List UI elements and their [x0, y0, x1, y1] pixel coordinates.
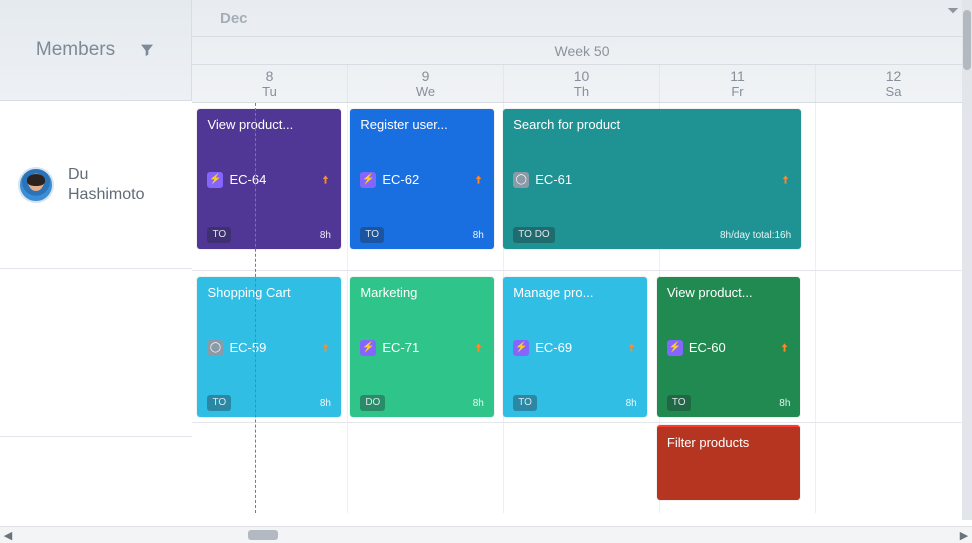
- card-title: View product...: [207, 117, 331, 132]
- status-badge: TO: [207, 395, 231, 411]
- issue-key: EC-59: [229, 340, 266, 355]
- hours: 8h: [473, 230, 484, 241]
- story-icon: ◯: [207, 340, 223, 356]
- hours: 8h: [473, 398, 484, 409]
- card-title: Register user...: [360, 117, 484, 132]
- task-card-ec64[interactable]: View product... ⚡ EC-64 TO 8h: [197, 109, 341, 249]
- task-rows: View product... ⚡ EC-64 TO 8h Register u…: [192, 103, 972, 513]
- task-row-2: Shopping Cart ◯ EC-59 TO 8h Marketing ⚡: [192, 271, 972, 423]
- day-col-2[interactable]: 10Th: [504, 65, 660, 102]
- hours: 8h: [626, 398, 637, 409]
- issue-key: EC-60: [689, 340, 726, 355]
- task-card-ec62[interactable]: Register user... ⚡ EC-62 TO 8h: [350, 109, 494, 249]
- status-badge: TO: [207, 227, 231, 243]
- task-row-1: View product... ⚡ EC-64 TO 8h Register u…: [192, 103, 972, 271]
- scrollbar-track[interactable]: [16, 530, 956, 540]
- task-card-ec71[interactable]: Marketing ⚡ EC-71 DO 8h: [350, 277, 494, 417]
- status-badge: TO: [513, 395, 537, 411]
- priority-high-icon: [780, 173, 791, 186]
- status-badge: TO: [360, 227, 384, 243]
- timeline-header: Dec Week 50 8Tu 9We 10Th 11Fr 12Sa: [192, 0, 972, 103]
- scroll-right-icon[interactable]: ▶: [956, 529, 972, 542]
- priority-high-icon: [320, 341, 331, 354]
- task-card-ec59[interactable]: Shopping Cart ◯ EC-59 TO 8h: [197, 277, 341, 417]
- priority-high-icon: [473, 341, 484, 354]
- day-col-4[interactable]: 12Sa: [816, 65, 972, 102]
- issue-key: EC-64: [229, 172, 266, 187]
- hours: 8h: [320, 230, 331, 241]
- vertical-scrollbar[interactable]: [962, 0, 972, 520]
- status-badge: DO: [360, 395, 385, 411]
- task-row-3: Filter products: [192, 423, 972, 513]
- sidebar: Members Du Hashimoto: [0, 0, 192, 520]
- day-col-1[interactable]: 9We: [348, 65, 504, 102]
- issue-key: EC-61: [535, 172, 572, 187]
- horizontal-scrollbar[interactable]: ◀ ▶: [0, 526, 972, 543]
- card-title: View product...: [667, 285, 791, 300]
- day-col-3[interactable]: 11Fr: [660, 65, 816, 102]
- day-header-row: 8Tu 9We 10Th 11Fr 12Sa: [192, 65, 972, 102]
- hours: 8h/day total:16h: [720, 230, 791, 241]
- sidebar-title: Members: [36, 39, 115, 61]
- member-row[interactable]: Du Hashimoto: [0, 101, 192, 269]
- hours: 8h: [779, 398, 790, 409]
- avatar: [18, 167, 54, 203]
- card-title: Filter products: [667, 435, 791, 450]
- scrollbar-thumb[interactable]: [248, 530, 278, 540]
- filter-icon[interactable]: [139, 42, 155, 58]
- sidebar-header: Members: [0, 0, 192, 101]
- epic-icon: ⚡: [667, 340, 683, 356]
- story-icon: ◯: [513, 172, 529, 188]
- issue-key: EC-71: [382, 340, 419, 355]
- card-title: Marketing: [360, 285, 484, 300]
- epic-icon: ⚡: [360, 340, 376, 356]
- priority-high-icon: [473, 173, 484, 186]
- task-card-ec69[interactable]: Manage pro... ⚡ EC-69 TO 8h: [503, 277, 647, 417]
- week-label: Week 50: [192, 37, 972, 65]
- priority-high-icon: [626, 341, 637, 354]
- status-badge: TO: [667, 395, 691, 411]
- member-first: Du: [68, 165, 144, 184]
- priority-high-icon: [779, 341, 790, 354]
- epic-icon: ⚡: [207, 172, 223, 188]
- card-title: Shopping Cart: [207, 285, 331, 300]
- day-col-0[interactable]: 8Tu: [192, 65, 348, 102]
- task-card-ec60[interactable]: View product... ⚡ EC-60 TO 8h: [657, 277, 801, 417]
- today-line: [255, 103, 256, 513]
- issue-key: EC-69: [535, 340, 572, 355]
- epic-icon: ⚡: [513, 340, 529, 356]
- member-row-empty: [0, 269, 192, 437]
- month-label: Dec: [192, 0, 972, 37]
- chevron-down-icon[interactable]: [940, 2, 966, 20]
- task-card-filter-products[interactable]: Filter products: [657, 425, 801, 500]
- timeline: Dec Week 50 8Tu 9We 10Th 11Fr 12Sa View …: [192, 0, 972, 520]
- task-card-ec61[interactable]: Search for product ◯ EC-61 TO DO 8h/day …: [503, 109, 801, 249]
- priority-high-icon: [320, 173, 331, 186]
- status-badge: TO DO: [513, 227, 554, 243]
- member-name: Du Hashimoto: [68, 165, 144, 203]
- issue-key: EC-62: [382, 172, 419, 187]
- hours: 8h: [320, 398, 331, 409]
- card-title: Manage pro...: [513, 285, 637, 300]
- scroll-left-icon[interactable]: ◀: [0, 529, 16, 542]
- card-title: Search for product: [513, 117, 791, 132]
- epic-icon: ⚡: [360, 172, 376, 188]
- member-last: Hashimoto: [68, 185, 144, 204]
